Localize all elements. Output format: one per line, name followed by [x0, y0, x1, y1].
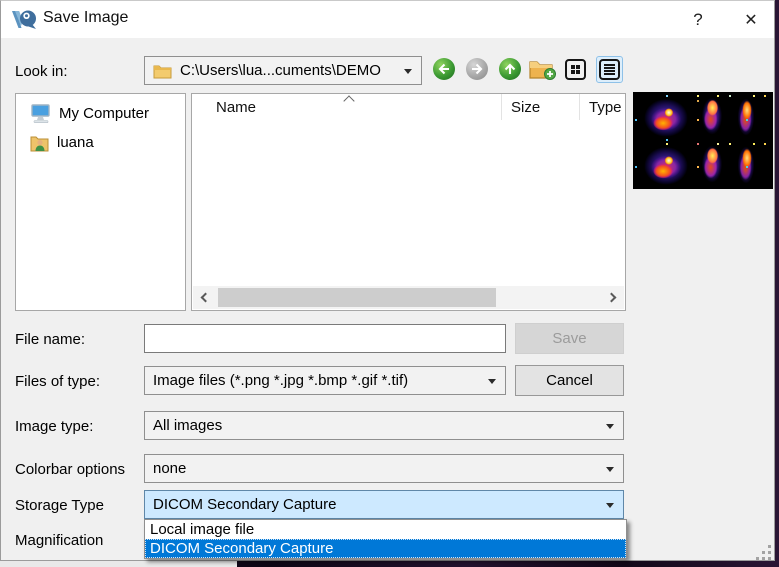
storage-type-value: DICOM Secondary Capture	[153, 496, 337, 513]
file-name-input[interactable]	[144, 324, 506, 353]
scan-coronal-view	[699, 142, 725, 188]
up-one-level-button[interactable]	[499, 58, 521, 80]
scan-marker-ticks	[633, 92, 635, 94]
storage-type-dropdown-list: Local image file DICOM Secondary Capture	[144, 519, 627, 559]
dialog-bottom-edge	[0, 561, 237, 567]
arrow-left-icon	[438, 63, 449, 75]
column-header-type[interactable]: Type	[589, 94, 622, 120]
folder-icon	[153, 65, 172, 78]
look-in-value: C:\Users\lua...cuments\DEMO	[180, 62, 381, 79]
folder-plus-icon	[529, 61, 556, 80]
horizontal-scrollbar[interactable]	[193, 286, 624, 309]
grid-view-icon	[565, 59, 586, 80]
colorbar-options-value: none	[153, 460, 187, 477]
chevron-down-icon	[488, 378, 496, 388]
sort-ascending-icon	[343, 95, 355, 107]
user-folder-icon	[30, 136, 49, 151]
scan-sagittal-view	[736, 142, 756, 188]
new-folder-button[interactable]	[528, 57, 556, 81]
look-in-select[interactable]: C:\Users\lua...cuments\DEMO	[144, 56, 422, 85]
arrow-right-icon	[472, 63, 483, 75]
storage-type-select[interactable]: DICOM Secondary Capture	[144, 490, 624, 519]
scan-axial-view	[642, 95, 690, 139]
icon-view-button[interactable]	[562, 56, 589, 83]
dialog-title: Save Image	[43, 9, 129, 26]
sidebar-item-luana[interactable]: luana	[16, 128, 185, 157]
places-panel: My Computer luana	[15, 93, 186, 311]
chevron-down-icon	[404, 68, 412, 78]
chevron-down-icon	[606, 502, 614, 512]
files-of-type-select[interactable]: Image files (*.png *.jpg *.bmp *.gif *.t…	[144, 366, 506, 395]
scan-axial-view	[642, 143, 690, 187]
files-of-type-value: Image files (*.png *.jpg *.bmp *.gif *.t…	[153, 372, 409, 389]
sidebar-item-label: My Computer	[59, 105, 150, 122]
save-image-dialog: Save Image ? ✕ Look in: C:\Users\lua...c…	[0, 0, 775, 561]
back-button[interactable]	[433, 58, 455, 80]
magnification-label: Magnification	[15, 532, 104, 549]
image-type-value: All images	[153, 417, 223, 434]
list-view-icon	[599, 59, 620, 80]
chevron-down-icon	[606, 423, 614, 433]
sidebar-item-label: luana	[57, 134, 94, 151]
help-button[interactable]: ?	[677, 1, 719, 38]
option-local-image-file[interactable]: Local image file	[145, 520, 626, 539]
scroll-left-button[interactable]	[193, 286, 215, 309]
computer-icon	[31, 103, 50, 123]
detail-view-button[interactable]	[596, 56, 623, 83]
column-header-name[interactable]: Name	[216, 94, 256, 120]
title-bar: Save Image ? ✕	[1, 1, 774, 38]
arrow-up-icon	[504, 63, 516, 74]
scroll-right-button[interactable]	[602, 286, 624, 309]
sidebar-item-my-computer[interactable]: My Computer	[16, 99, 185, 128]
file-name-label: File name:	[15, 331, 86, 348]
column-divider	[579, 94, 580, 120]
look-in-label: Look in:	[15, 63, 68, 80]
cancel-button[interactable]: Cancel	[515, 365, 624, 396]
colorbar-options-select[interactable]: none	[144, 454, 624, 483]
image-type-select[interactable]: All images	[144, 411, 624, 440]
app-logo-icon	[12, 10, 36, 29]
scrollbar-thumb[interactable]	[218, 288, 496, 307]
close-icon[interactable]: ✕	[727, 1, 775, 38]
option-dicom-secondary-capture[interactable]: DICOM Secondary Capture	[145, 539, 626, 558]
scan-coronal-view	[699, 94, 725, 140]
files-of-type-label: Files of type:	[15, 373, 101, 390]
file-list-panel: Name Size Type	[191, 93, 626, 311]
scan-sagittal-view	[736, 94, 756, 140]
column-header-size[interactable]: Size	[511, 94, 540, 120]
save-button[interactable]: Save	[515, 323, 624, 354]
resize-grip[interactable]	[756, 545, 759, 548]
colorbar-options-label: Colorbar options	[15, 461, 126, 478]
chevron-down-icon	[606, 466, 614, 476]
image-type-label: Image type:	[15, 418, 94, 435]
column-divider	[501, 94, 502, 120]
forward-button[interactable]	[466, 58, 488, 80]
storage-type-label: Storage Type	[15, 497, 104, 514]
image-preview-thumbnail	[633, 92, 773, 189]
